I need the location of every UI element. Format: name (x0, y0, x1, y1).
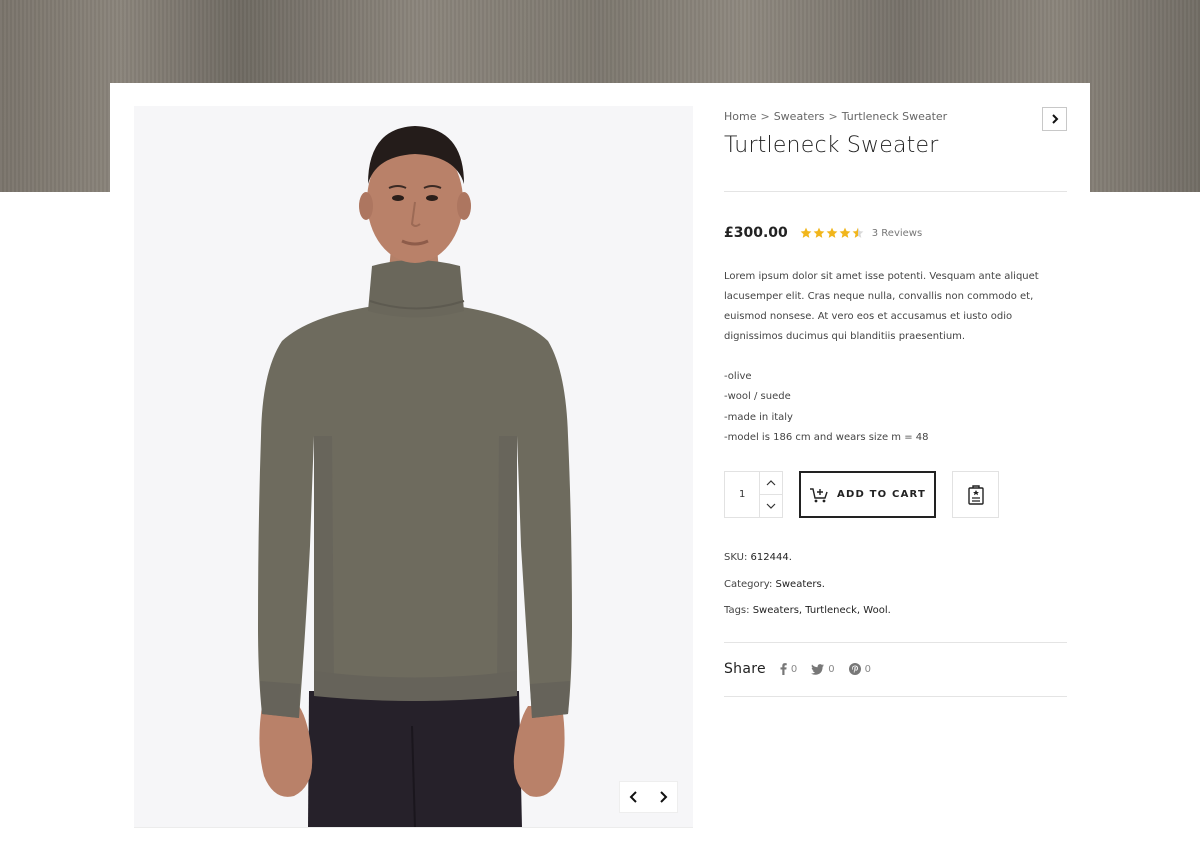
feature-item: -olive (724, 371, 752, 382)
reviews-link[interactable]: 3 Reviews (872, 228, 922, 239)
quantity-arrows (759, 472, 782, 517)
divider (724, 191, 1067, 192)
share-row: Share 0 0 0 (724, 659, 885, 679)
chevron-up-icon (766, 480, 776, 486)
gallery-next-button[interactable] (651, 785, 675, 809)
feature-item: -wool / suede (724, 391, 791, 403)
product-title: Turtleneck Sweater (724, 133, 939, 158)
product-description: Lorem ipsum dolor sit amet isse potenti.… (724, 271, 1039, 342)
star-icon (813, 227, 825, 238)
breadcrumb-home-link[interactable]: Home (724, 110, 756, 123)
gallery-navigation (620, 782, 677, 812)
sku-value: 612444. (750, 552, 792, 563)
share-label: Share (724, 661, 766, 677)
chevron-right-icon (1051, 114, 1058, 124)
star-icon (800, 227, 812, 238)
star-rating (800, 227, 864, 239)
tags-label: Tags: (724, 605, 750, 616)
product-card: Home > Sweaters > Turtleneck Sweater Turtlen… (110, 83, 1090, 851)
category-label: Category: (724, 579, 773, 590)
product-price: £300.00 (724, 225, 788, 241)
next-product-button[interactable] (1042, 107, 1067, 131)
feature-item: -model is 186 cm and wears size m = 48 (724, 431, 929, 443)
facebook-share-count: 0 (790, 663, 798, 675)
gallery-prev-button[interactable] (622, 785, 646, 809)
share-pinterest-button[interactable]: 0 (848, 663, 872, 675)
quantity-input[interactable]: 1 (725, 472, 759, 517)
breadcrumb-category-link[interactable]: Sweaters (774, 110, 825, 123)
divider (724, 642, 1067, 643)
breadcrumb: Home > Sweaters > Turtleneck Sweater (724, 110, 947, 123)
tags-links[interactable]: Sweaters, Turtleneck, Wool. (753, 605, 891, 616)
category-link[interactable]: Sweaters. (776, 579, 825, 590)
sku-row: SKU: 612444. (724, 552, 792, 563)
chevron-right-icon (660, 791, 668, 803)
product-features: -olive -wool / suede -made in italy -model … (724, 367, 929, 448)
twitter-share-count: 0 (828, 663, 835, 675)
product-image-gallery (134, 106, 693, 828)
quantity-stepper: 1 (724, 471, 783, 518)
sku-label: SKU: (724, 552, 748, 563)
pinterest-share-count: 0 (864, 663, 872, 675)
star-icon (839, 227, 851, 238)
breadcrumb-separator: > (828, 110, 838, 123)
add-to-cart-label: ADD TO CART (837, 489, 926, 500)
tags-row: Tags: Sweaters, Turtleneck, Wool. (724, 605, 891, 616)
chevron-down-icon (766, 503, 776, 509)
facebook-icon (780, 663, 787, 675)
price-rating-row: £300.00 3 Reviews (724, 224, 922, 242)
quantity-increase-button[interactable] (760, 472, 782, 495)
pinterest-icon (848, 663, 861, 675)
cart-plus-icon (810, 487, 828, 502)
quantity-decrease-button[interactable] (760, 495, 782, 517)
add-to-cart-button[interactable]: ADD TO CART (799, 471, 936, 518)
star-icon (826, 227, 838, 238)
share-facebook-button[interactable]: 0 (780, 663, 797, 675)
feature-item: -made in italy (724, 411, 793, 423)
share-twitter-button[interactable]: 0 (811, 663, 835, 675)
divider (724, 696, 1067, 697)
category-row: Category: Sweaters. (724, 579, 825, 590)
breadcrumb-separator: > (760, 110, 770, 123)
chevron-left-icon (629, 791, 637, 803)
star-icon (852, 227, 864, 238)
twitter-icon (811, 663, 825, 675)
breadcrumb-current: Turtleneck Sweater (841, 110, 948, 123)
product-photo (258, 126, 572, 827)
clipboard-star-icon (967, 484, 984, 505)
wishlist-button[interactable] (952, 471, 999, 518)
